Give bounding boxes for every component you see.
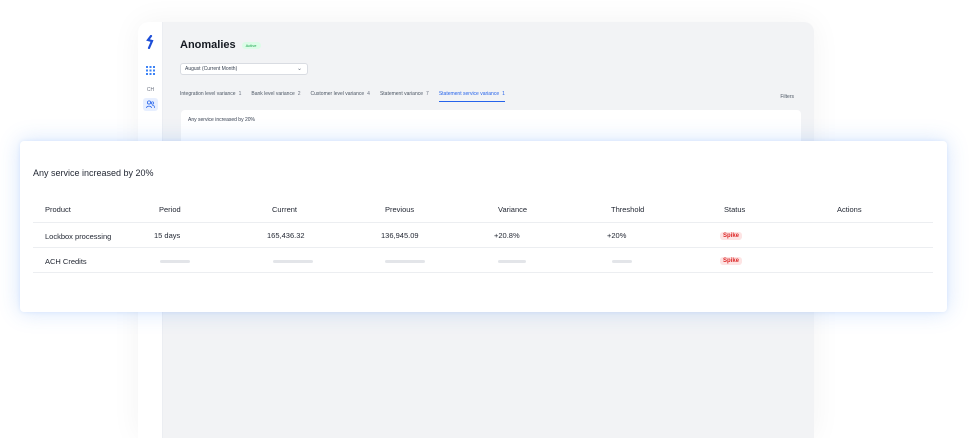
grid-icon[interactable] bbox=[146, 66, 155, 75]
col-header-period: Period bbox=[159, 205, 181, 214]
cell-previous: 136,945.09 bbox=[381, 231, 419, 240]
background-card-title: Any service increased by 20% bbox=[188, 117, 255, 123]
product-link-ach-credits[interactable]: ACH Credits bbox=[45, 257, 87, 266]
loading-placeholder bbox=[160, 260, 190, 263]
tab-statement-service[interactable]: Statement service variance 1 bbox=[438, 91, 505, 102]
product-link-lockbox[interactable]: Lockbox processing bbox=[45, 232, 111, 241]
loading-placeholder bbox=[498, 260, 526, 263]
col-header-current: Current bbox=[272, 205, 298, 214]
col-header-product: Product bbox=[45, 205, 71, 214]
tab-bank-level[interactable]: Bank level variance 2 bbox=[251, 91, 300, 102]
card-title: Any service increased by 20% bbox=[33, 168, 154, 178]
header-divider bbox=[33, 222, 933, 223]
loading-placeholder bbox=[385, 260, 425, 263]
col-header-threshold: Threshold bbox=[611, 205, 645, 214]
tab-statement[interactable]: Statement variance 7 bbox=[380, 91, 429, 102]
tab-label: Statement variance bbox=[379, 91, 424, 97]
tab-count: 1 bbox=[238, 91, 242, 97]
tab-label: Customer level variance bbox=[310, 91, 365, 97]
tab-label: Integration level variance bbox=[180, 91, 236, 97]
tab-count: 1 bbox=[502, 91, 505, 97]
col-header-actions: Actions bbox=[837, 205, 862, 214]
tab-count: 2 bbox=[297, 91, 301, 97]
chevron-down-icon: ⌄ bbox=[296, 66, 302, 72]
cell-current: 165,436.32 bbox=[267, 231, 305, 240]
month-select-value: August (Current Month) bbox=[185, 66, 238, 72]
users-nav-item[interactable] bbox=[143, 98, 158, 111]
row-divider bbox=[33, 247, 933, 248]
cell-period: 15 days bbox=[154, 231, 181, 240]
tab-label: Statement service variance bbox=[438, 91, 500, 97]
status-badge: Active bbox=[241, 41, 261, 49]
filters-button[interactable]: Filters bbox=[780, 94, 794, 100]
users-icon bbox=[146, 100, 155, 109]
loading-placeholder bbox=[612, 260, 632, 263]
logo-icon[interactable] bbox=[146, 35, 155, 49]
page-title: Anomalies bbox=[180, 39, 236, 51]
rail-ch-label: CH bbox=[146, 87, 155, 93]
month-select[interactable]: August (Current Month) ⌄ bbox=[180, 63, 308, 75]
anomaly-detail-card: Any service increased by 20% Product Per… bbox=[20, 141, 947, 312]
cell-variance: +20.8% bbox=[494, 231, 520, 240]
tab-count: 4 bbox=[367, 91, 370, 97]
status-badge-spike: Spike bbox=[720, 257, 743, 265]
page-header: Anomalies Active bbox=[180, 39, 261, 51]
status-badge-spike: Spike bbox=[720, 232, 743, 240]
col-header-status: Status bbox=[724, 205, 746, 214]
cell-threshold: +20% bbox=[607, 231, 627, 240]
tab-count: 7 bbox=[426, 91, 429, 97]
row-divider bbox=[33, 272, 933, 273]
col-header-variance: Variance bbox=[498, 205, 528, 214]
tab-integration-level[interactable]: Integration level variance 1 bbox=[180, 91, 241, 102]
variance-tabs: Integration level variance 1 Bank level v… bbox=[180, 91, 505, 102]
tab-label: Bank level variance bbox=[251, 91, 295, 97]
col-header-previous: Previous bbox=[385, 205, 415, 214]
loading-placeholder bbox=[273, 260, 313, 263]
tab-customer-level[interactable]: Customer level variance 4 bbox=[311, 91, 370, 102]
